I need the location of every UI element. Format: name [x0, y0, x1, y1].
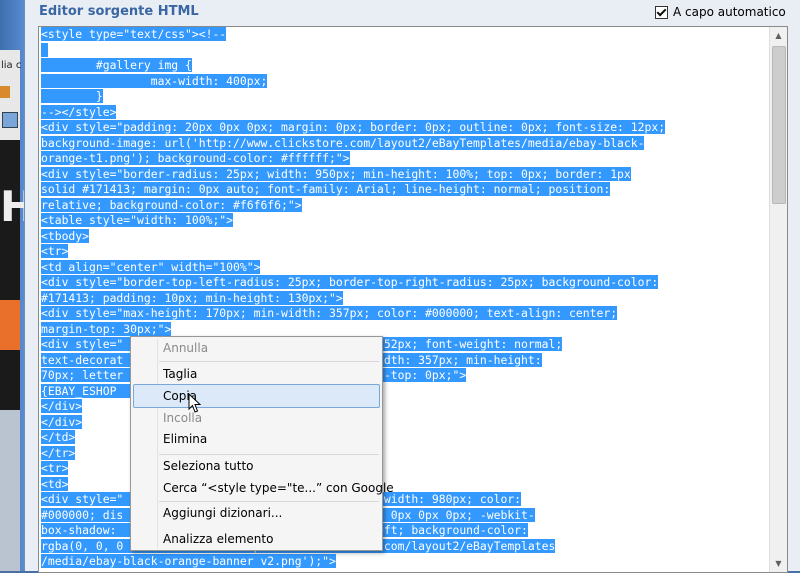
- code-line: relative; background-color: #f6f6f6;">: [41, 197, 665, 214]
- background-icon: [0, 86, 10, 98]
- code-line: <tr>: [41, 244, 665, 260]
- code-line: #gallery img {: [41, 58, 665, 74]
- background-preview-orange: [0, 300, 20, 350]
- menu-item-cerca-google[interactable]: Cerca “<style type="te...” con Google: [163, 477, 394, 499]
- code-line-text: <div style="padding: 20px 0px 0px; margi…: [41, 120, 666, 134]
- code-line: <table style="width: 100%;">: [41, 213, 665, 229]
- code-line-text: /media/ebay-black-orange-banner v2.png')…: [41, 554, 336, 568]
- code-line-text: <tr>: [41, 244, 69, 258]
- word-wrap-checkbox[interactable]: [655, 5, 668, 19]
- code-line: <div style="border-radius: 25px; width: …: [41, 166, 665, 183]
- code-line-text: <style type="text/css"><!--: [41, 27, 227, 41]
- code-line: <div style="padding: 20px 0px 0px; margi…: [41, 120, 666, 136]
- code-line: #171413; padding: 10px; min-height: 130p…: [41, 290, 665, 307]
- code-line-text: </tr>: [41, 445, 76, 460]
- menu-item-taglia[interactable]: Taglia: [163, 363, 197, 385]
- code-line-text: <tr>: [41, 461, 69, 475]
- code-line-text: relative; background-color: #f6f6f6;">: [41, 197, 302, 212]
- menu-item-analizza-elemento[interactable]: Analizza elemento: [163, 528, 273, 550]
- word-wrap-toggle[interactable]: A capo automatico: [655, 5, 786, 19]
- code-line: <div style="max-height: 170px; min-width…: [41, 306, 665, 322]
- code-line: <td align="center" width="100%">: [41, 259, 665, 276]
- word-wrap-label: A capo automatico: [673, 5, 786, 19]
- code-line: orange-t1.png'); background-color: #ffff…: [41, 151, 665, 167]
- scrollbar-thumb[interactable]: [772, 46, 786, 204]
- menu-separator: [159, 361, 379, 362]
- menu-item-elimina[interactable]: Elimina: [163, 428, 207, 450]
- code-line-text: --></style>: [41, 104, 117, 119]
- panel-title: Editor sorgente HTML: [39, 4, 199, 19]
- code-line-text: }: [41, 89, 103, 103]
- menu-gutter: [157, 339, 158, 548]
- menu-item-aggiungi-dizionari[interactable]: Aggiungi dizionari...: [163, 502, 282, 524]
- code-line-text: </td>: [41, 430, 76, 444]
- scroll-down-arrow-icon[interactable]: ▼: [770, 555, 787, 572]
- code-line-text: <div style="border-top-left-radius: 25px…: [41, 275, 659, 289]
- background-preview-gray: [0, 410, 20, 571]
- code-line-text: margin-top: 30px;">: [41, 321, 172, 336]
- code-line-text: </div>: [41, 399, 83, 413]
- mouse-pointer-icon: [188, 393, 202, 413]
- code-line-text: <div style="border-radius: 25px; width: …: [41, 166, 631, 181]
- code-line-text: <td align="center" width="100%">: [41, 259, 261, 274]
- code-line-text: <div style="max-height: 170px; min-width…: [41, 306, 618, 320]
- background-preview-dark: [0, 140, 20, 410]
- context-menu: Annulla Taglia Copia Incolla Elimina Sel…: [130, 336, 394, 551]
- code-line: margin-top: 30px;">: [41, 321, 665, 338]
- code-line: <style type="text/css"><!--: [41, 27, 665, 43]
- code-line-text: #171413; padding: 10px; min-height: 130p…: [41, 290, 343, 305]
- code-line-text: orange-t1.png'); background-color: #ffff…: [41, 151, 350, 165]
- code-line-text: </div>: [41, 414, 83, 429]
- background-partial-text: lia c: [1, 60, 22, 71]
- code-line-text: <td>: [41, 476, 69, 491]
- menu-item-seleziona-tutto[interactable]: Seleziona tutto: [163, 455, 254, 477]
- code-line: <tbody>: [41, 228, 665, 245]
- code-line: }: [41, 89, 665, 105]
- code-line-text: [41, 42, 48, 57]
- code-line-text: max-width: 400px;: [41, 73, 268, 88]
- code-line-text: #gallery img {: [41, 58, 192, 72]
- code-line: --></style>: [41, 104, 665, 121]
- code-line: max-width: 400px;: [41, 73, 665, 90]
- code-line-text: <table style="width: 100%;">: [41, 213, 234, 227]
- calendar-icon: [2, 112, 18, 128]
- code-line-text: background-image: url('http://www.clicks…: [41, 135, 645, 150]
- code-line: background-image: url('http://www.clicks…: [41, 135, 665, 152]
- vertical-scrollbar[interactable]: ▲ ▼: [769, 27, 787, 572]
- code-line: solid #171413; margin: 0px auto; font-fa…: [41, 182, 665, 198]
- code-line-text: <tbody>: [41, 228, 90, 243]
- scroll-up-arrow-icon[interactable]: ▲: [770, 27, 787, 44]
- code-line: <div style="border-top-left-radius: 25px…: [41, 275, 665, 291]
- code-line: /media/ebay-black-orange-banner v2.png')…: [41, 554, 665, 570]
- code-line-text: solid #171413; margin: 0px auto; font-fa…: [41, 182, 611, 196]
- menu-item-annulla[interactable]: Annulla: [163, 337, 208, 359]
- code-line: [41, 42, 665, 59]
